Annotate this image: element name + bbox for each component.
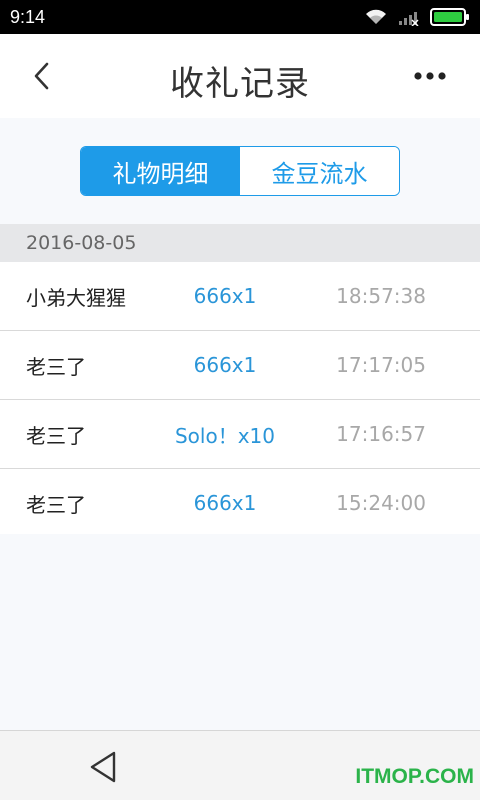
- segmented-control: 礼物明细 金豆流水: [80, 146, 400, 196]
- screen: 9:14 收礼记录 礼物明细 金豆流水 2016-08-05 小弟大猩猩 666…: [0, 0, 480, 800]
- list-item[interactable]: 老三了 666x1 17:17:05: [0, 331, 480, 400]
- segment-area: 礼物明细 金豆流水: [0, 118, 480, 224]
- nav-back-button[interactable]: [86, 749, 122, 785]
- tab-gold-bean-flow[interactable]: 金豆流水: [240, 147, 399, 195]
- sender-name: 小弟大猩猩: [26, 285, 126, 310]
- status-icons: [364, 7, 470, 27]
- status-bar: 9:14: [0, 0, 480, 34]
- gift-time: 18:57:38: [336, 284, 426, 308]
- list-item[interactable]: 老三了 Solo！x10 17:16:57: [0, 400, 480, 469]
- empty-area: [0, 534, 480, 730]
- sender-name: 老三了: [26, 423, 86, 448]
- gift-amount: 666x1: [193, 353, 257, 377]
- wifi-icon: [364, 8, 388, 26]
- gift-time: 17:17:05: [336, 353, 426, 377]
- battery-icon: [430, 7, 470, 27]
- navigation-bar: ITMOP.COM: [0, 730, 480, 800]
- list-item[interactable]: 小弟大猩猩 666x1 18:57:38: [0, 262, 480, 331]
- page-title: 收礼记录: [170, 64, 310, 104]
- gift-time: 17:16:57: [336, 422, 426, 446]
- list-item[interactable]: 老三了 666x1 15:24:00: [0, 469, 480, 538]
- gift-amount: Solo！x10: [174, 423, 275, 448]
- gift-time: 15:24:00: [336, 491, 426, 515]
- header: 收礼记录: [0, 34, 480, 119]
- sender-name: 老三了: [26, 492, 86, 517]
- triangle-back-icon: [90, 751, 116, 783]
- date-group-header: 2016-08-05: [0, 224, 480, 262]
- watermark: ITMOP.COM: [355, 765, 474, 788]
- more-horizontal-icon: [414, 72, 446, 80]
- signal-icon: [398, 8, 420, 26]
- gift-amount: 666x1: [193, 491, 257, 515]
- sender-name: 老三了: [26, 354, 86, 379]
- tab-gift-details[interactable]: 礼物明细: [81, 147, 240, 195]
- gift-amount: 666x1: [193, 284, 257, 308]
- status-time: 9:14: [10, 6, 46, 27]
- records-list: 小弟大猩猩 666x1 18:57:38 老三了 666x1 17:17:05 …: [0, 262, 480, 538]
- more-button[interactable]: [410, 60, 450, 92]
